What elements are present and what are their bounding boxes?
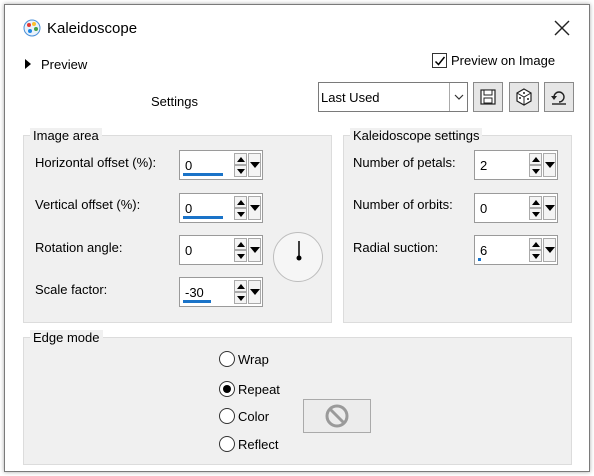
spin-up-icon[interactable] <box>529 153 542 165</box>
horizontal-offset-stepper[interactable]: 0 <box>179 150 263 180</box>
number-of-petals-value[interactable]: 2 <box>480 158 487 173</box>
spin-up-icon[interactable] <box>234 196 247 208</box>
dropdown-arrow-icon[interactable] <box>543 153 556 177</box>
number-of-petals-stepper[interactable]: 2 <box>474 150 558 180</box>
spin-buttons[interactable] <box>234 238 247 262</box>
spin-buttons[interactable] <box>234 153 247 177</box>
window-title: Kaleidoscope <box>47 20 138 37</box>
value-indicator <box>478 258 481 261</box>
spin-buttons[interactable] <box>529 153 542 177</box>
preset-value: Last Used <box>321 89 380 105</box>
number-of-orbits-stepper[interactable]: 0 <box>474 193 558 223</box>
no-color-icon <box>325 404 349 428</box>
spin-down-icon[interactable] <box>529 208 542 220</box>
chevron-down-icon[interactable] <box>449 83 467 111</box>
rotation-angle-stepper[interactable]: 0 <box>179 235 263 265</box>
vertical-offset-label: Vertical offset (%): <box>35 197 141 212</box>
spin-up-icon[interactable] <box>234 280 247 292</box>
rotation-angle-label: Rotation angle: <box>35 240 123 255</box>
value-indicator <box>183 216 223 219</box>
edge-mode-repeat-radio[interactable]: Repeat <box>219 381 280 397</box>
spin-up-icon[interactable] <box>234 153 247 165</box>
expand-triangle-icon <box>25 59 31 69</box>
save-icon <box>480 89 496 105</box>
dropdown-arrow-icon[interactable] <box>248 196 261 220</box>
spin-down-icon[interactable] <box>234 250 247 262</box>
spin-down-icon[interactable] <box>234 165 247 177</box>
reflect-label: Reflect <box>238 436 279 452</box>
radio-button[interactable] <box>219 408 235 424</box>
spin-down-icon[interactable] <box>529 250 542 262</box>
value-indicator <box>183 173 223 176</box>
image-area-label: Image area <box>30 128 102 143</box>
edge-mode-label: Edge mode <box>30 330 103 345</box>
horizontal-offset-label: Horizontal offset (%): <box>35 155 157 170</box>
dialog-window: Kaleidoscope Preview Preview on Image Se… <box>4 4 590 472</box>
edge-mode-wrap-radio[interactable]: Wrap <box>219 351 269 367</box>
dropdown-arrow-icon[interactable] <box>248 280 261 304</box>
edge-color-swatch[interactable] <box>303 399 371 433</box>
edge-mode-reflect-radio[interactable]: Reflect <box>219 436 278 452</box>
preview-toggle[interactable]: Preview <box>25 55 87 73</box>
edge-mode-panel: Edge mode <box>23 330 572 465</box>
rotation-angle-dial[interactable] <box>273 232 323 282</box>
horizontal-offset-value[interactable]: 0 <box>185 158 192 173</box>
number-of-petals-label: Number of petals: <box>353 155 456 170</box>
kaleidoscope-settings-label: Kaleidoscope settings <box>350 128 483 143</box>
preview-on-image-label: Preview on Image <box>451 53 556 68</box>
preset-dropdown[interactable]: Last Used <box>318 82 468 112</box>
vertical-offset-stepper[interactable]: 0 <box>179 193 263 223</box>
reset-defaults-button[interactable] <box>544 82 574 112</box>
save-preset-button[interactable] <box>473 82 503 112</box>
radio-button[interactable] <box>219 351 235 367</box>
spin-up-icon[interactable] <box>234 238 247 250</box>
app-palette-icon <box>23 19 41 37</box>
scale-factor-stepper[interactable]: -30 <box>179 277 263 307</box>
spin-down-icon[interactable] <box>234 208 247 220</box>
spin-down-icon[interactable] <box>529 165 542 177</box>
reset-icon <box>551 91 566 105</box>
radial-suction-value[interactable]: 6 <box>480 243 487 258</box>
vertical-offset-value[interactable]: 0 <box>185 201 192 216</box>
scale-factor-label: Scale factor: <box>35 282 108 297</box>
number-of-orbits-label: Number of orbits: <box>353 197 453 212</box>
checkbox-box[interactable] <box>432 53 447 68</box>
number-of-orbits-value[interactable]: 0 <box>480 201 487 216</box>
dial-needle-icon <box>296 241 302 261</box>
radio-button[interactable] <box>219 436 235 452</box>
scale-factor-value[interactable]: -30 <box>185 285 204 300</box>
spin-up-icon[interactable] <box>529 196 542 208</box>
checkmark-icon <box>434 56 446 66</box>
edge-mode-color-radio[interactable]: Color <box>219 408 269 424</box>
preview-label: Preview <box>41 56 88 72</box>
spin-down-icon[interactable] <box>234 292 247 304</box>
radio-button-selected[interactable] <box>219 381 235 397</box>
spin-up-icon[interactable] <box>529 238 542 250</box>
radial-suction-stepper[interactable]: 6 <box>474 235 558 265</box>
radial-suction-label: Radial suction: <box>353 240 439 255</box>
dropdown-arrow-icon[interactable] <box>248 153 261 177</box>
dropdown-arrow-icon[interactable] <box>543 238 556 262</box>
wrap-label: Wrap <box>238 351 269 367</box>
repeat-label: Repeat <box>238 381 280 397</box>
dropdown-arrow-icon[interactable] <box>248 238 261 262</box>
value-indicator <box>183 300 211 303</box>
spin-buttons[interactable] <box>234 280 247 304</box>
settings-label: Settings <box>151 94 198 109</box>
spin-buttons[interactable] <box>234 196 247 220</box>
spin-buttons[interactable] <box>529 238 542 262</box>
randomize-button[interactable] <box>509 82 539 112</box>
spin-buttons[interactable] <box>529 196 542 220</box>
dice-icon <box>516 88 532 106</box>
rotation-angle-value[interactable]: 0 <box>185 243 192 258</box>
dropdown-arrow-icon[interactable] <box>543 196 556 220</box>
close-icon[interactable] <box>549 15 575 41</box>
color-label: Color <box>238 408 270 424</box>
title-bar: Kaleidoscope <box>5 5 589 51</box>
preview-on-image-checkbox[interactable]: Preview on Image <box>432 53 555 68</box>
